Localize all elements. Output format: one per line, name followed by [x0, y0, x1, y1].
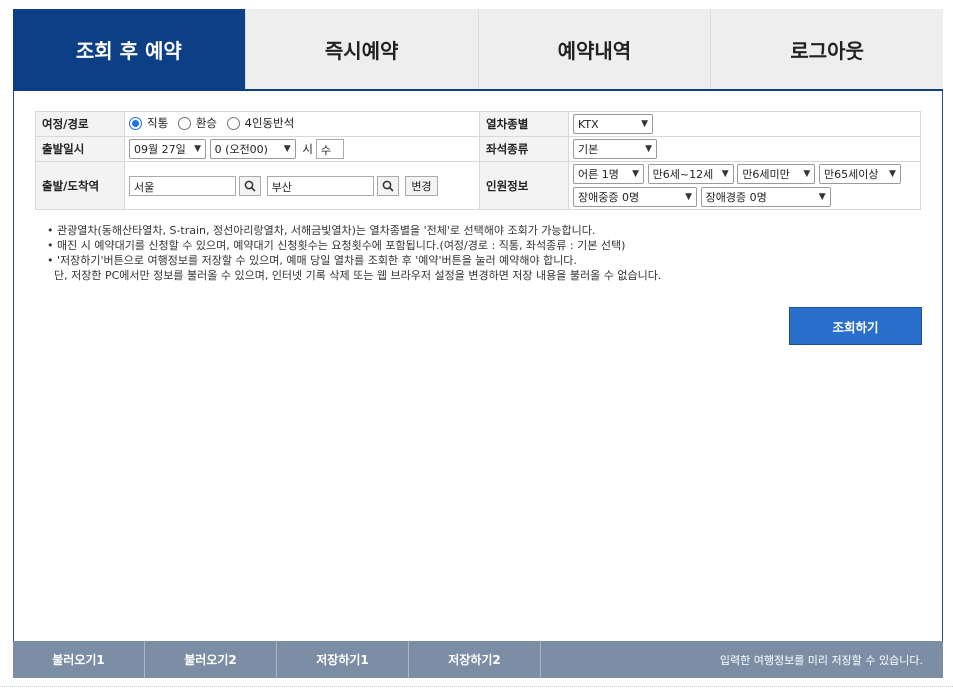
- save-hint-text: 입력한 여행정보를 미리 저장할 수 있습니다.: [719, 653, 923, 667]
- route-transfer-radio[interactable]: 환승: [177, 115, 217, 131]
- seat-type-select[interactable]: 기본 ▼: [573, 139, 657, 159]
- search-button[interactable]: 조회하기: [789, 307, 922, 345]
- disabled-mild-select[interactable]: 장애경증 0명 ▼: [700, 187, 831, 207]
- search-icon: [244, 180, 256, 192]
- swap-stations-button[interactable]: 변경: [405, 175, 438, 196]
- infant-count-select[interactable]: 만6세미만 ▼: [737, 164, 816, 184]
- departure-datetime-cell: 09월 27일 ▼ 0 (오전00) ▼ 시수: [124, 136, 480, 162]
- search-icon: [382, 180, 394, 192]
- top-tab-bar: 조회 후 예약 즉시예약 예약내역 로그아웃: [13, 9, 943, 90]
- train-type-select[interactable]: KTX ▼: [573, 114, 653, 134]
- date-select[interactable]: 09월 27일 ▼: [129, 139, 206, 159]
- passengers-cell: 어른 1명 ▼ 만6세~12세 ▼ 만6세미만 ▼ 만65세이상 ▼ 장애중증 0명 ▼ …: [568, 161, 921, 210]
- adult-count-select[interactable]: 어른 1명 ▼: [573, 164, 644, 184]
- seat-type-label: 좌석종류: [479, 136, 569, 162]
- hour-suffix: 시: [302, 142, 313, 156]
- route-label: 여정/경로: [35, 111, 125, 137]
- load1-button[interactable]: 불러오기1: [13, 641, 145, 678]
- chevron-down-icon: ▼: [721, 169, 729, 179]
- stations-label: 출발/도착역: [35, 161, 125, 210]
- chevron-down-icon: ▼: [632, 169, 639, 179]
- chevron-down-icon: ▼: [803, 169, 811, 179]
- seat-type-cell: 기본 ▼: [568, 136, 921, 162]
- radio-unchecked-icon: [177, 116, 191, 130]
- passengers-label: 인원정보: [479, 161, 569, 210]
- notice-item: • 매진 시 예약대기를 신청할 수 있으며, 예약대기 신청횟수는 요청횟수에…: [47, 239, 626, 252]
- arrival-station-search-button[interactable]: [376, 175, 399, 196]
- departure-station-search-button[interactable]: [239, 175, 261, 196]
- bottom-divider: [0, 686, 953, 687]
- radio-unchecked-icon: [226, 116, 240, 130]
- route-group4-radio[interactable]: 4인동반석: [226, 115, 294, 131]
- chevron-down-icon: ▼: [818, 192, 826, 202]
- save2-button[interactable]: 저장하기2: [409, 641, 541, 678]
- tab-instant-reserve[interactable]: 즉시예약: [245, 9, 479, 90]
- chevron-down-icon: ▼: [685, 192, 692, 202]
- chevron-down-icon: ▼: [194, 144, 201, 154]
- route-options: 직통 환승 4인동반석: [124, 111, 480, 137]
- train-type-label: 열차종별: [479, 111, 569, 137]
- search-panel: 여정/경로 직통 환승 4인동반석 열차종별 KTX ▼ 출발일시 09월 27일…: [13, 89, 943, 641]
- chevron-down-icon: ▼: [889, 169, 896, 179]
- child-count-select[interactable]: 만6세~12세 ▼: [647, 164, 734, 184]
- departure-datetime-label: 출발일시: [35, 136, 125, 162]
- weekday-field: 수: [315, 139, 344, 159]
- bottom-action-bar: 불러오기1 불러오기2 저장하기1 저장하기2 입력한 여행정보를 미리 저장할…: [13, 641, 943, 678]
- search-form: 여정/경로 직통 환승 4인동반석 열차종별 KTX ▼ 출발일시 09월 27일…: [35, 111, 921, 210]
- save1-button[interactable]: 저장하기1: [277, 641, 409, 678]
- chevron-down-icon: ▼: [641, 119, 648, 129]
- senior-count-select[interactable]: 만65세이상 ▼: [818, 164, 901, 184]
- tab-logout[interactable]: 로그아웃: [711, 9, 943, 90]
- chevron-down-icon: ▼: [645, 144, 652, 154]
- radio-checked-icon: [129, 116, 142, 130]
- notice-item: • '저장하기'버튼으로 여행정보를 저장할 수 있으며, 예매 당일 열차를 …: [47, 254, 577, 267]
- chevron-down-icon: ▼: [283, 144, 291, 154]
- stations-cell: 서울 부산 변경: [124, 161, 480, 210]
- notice-list: • 관광열차(동해산타열차, S-train, 정선아리랑열차, 서해금빛열차)…: [47, 223, 661, 283]
- notice-item: • 관광열차(동해산타열차, S-train, 정선아리랑열차, 서해금빛열차)…: [47, 224, 596, 237]
- time-select[interactable]: 0 (오전00) ▼: [209, 139, 296, 159]
- train-type-cell: KTX ▼: [568, 111, 921, 137]
- arrival-station-input[interactable]: 부산: [266, 175, 374, 196]
- notice-item: 단, 저장한 PC에서만 정보를 불러올 수 있으며, 인터넷 기록 삭제 또는…: [47, 269, 662, 282]
- tab-search-reserve[interactable]: 조회 후 예약: [13, 9, 246, 90]
- route-direct-radio[interactable]: 직통: [129, 115, 168, 131]
- tab-reservation-history[interactable]: 예약내역: [478, 9, 712, 90]
- departure-station-input[interactable]: 서울: [129, 175, 236, 196]
- load2-button[interactable]: 불러오기2: [145, 641, 277, 678]
- disabled-severe-select[interactable]: 장애중증 0명 ▼: [573, 187, 697, 207]
